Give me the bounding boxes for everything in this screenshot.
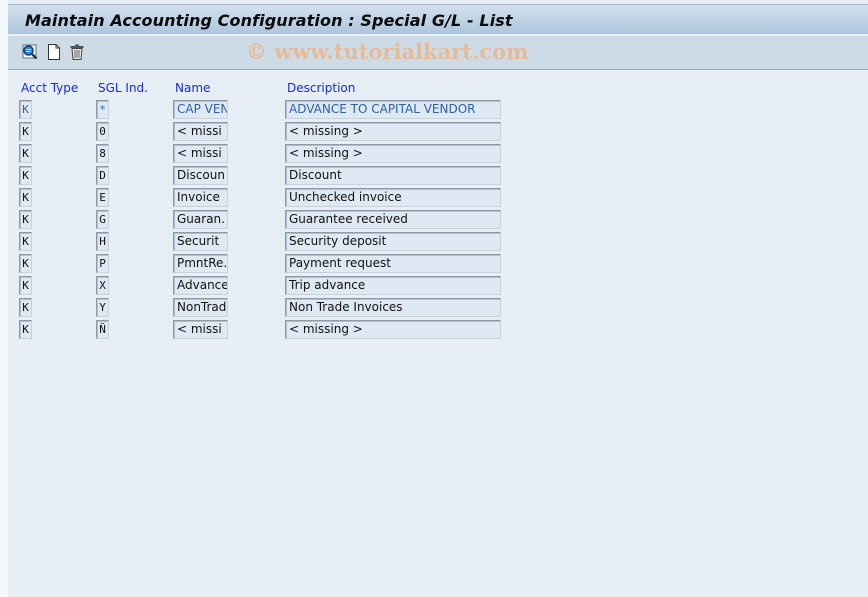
description-field[interactable]: Guarantee received xyxy=(285,210,501,229)
description-field[interactable]: < missing > xyxy=(285,122,501,141)
magnifier-details-icon xyxy=(21,43,39,61)
table-row[interactable]: K H Securit Security deposit xyxy=(8,232,608,252)
description-field[interactable]: Payment request xyxy=(285,254,501,273)
name-field[interactable]: NonTrad xyxy=(173,298,228,317)
title-bar: Maintain Accounting Configuration : Spec… xyxy=(8,4,868,35)
sgl-indicator-field[interactable]: D xyxy=(96,166,109,185)
name-field[interactable]: < missi xyxy=(173,144,228,163)
name-field[interactable]: Securit xyxy=(173,232,228,251)
description-field[interactable]: Unchecked invoice xyxy=(285,188,501,207)
table-row[interactable]: K X Advance Trip advance xyxy=(8,276,608,296)
description-field[interactable]: Discount xyxy=(285,166,501,185)
acct-type-field[interactable]: K xyxy=(19,122,32,141)
description-field[interactable]: < missing > xyxy=(285,320,501,339)
table-row[interactable]: K Y NonTrad Non Trade Invoices xyxy=(8,298,608,318)
name-field[interactable]: Advance xyxy=(173,276,228,295)
column-header-description: Description xyxy=(287,81,356,95)
name-field[interactable]: < missi xyxy=(173,122,228,141)
name-field[interactable]: Invoice xyxy=(173,188,228,207)
table-row[interactable]: K * CAP VEN ADVANCE TO CAPITAL VENDOR xyxy=(8,100,608,120)
table-row[interactable]: K Ñ < missi < missing > xyxy=(8,320,608,340)
page-title: Maintain Accounting Configuration : Spec… xyxy=(25,11,513,30)
name-field[interactable]: Guaran. xyxy=(173,210,228,229)
sgl-indicator-field[interactable]: 8 xyxy=(96,144,109,163)
acct-type-field[interactable]: K xyxy=(19,320,32,339)
description-field[interactable]: Trip advance xyxy=(285,276,501,295)
acct-type-field[interactable]: K xyxy=(19,188,32,207)
name-field[interactable]: CAP VEN xyxy=(173,100,228,119)
acct-type-field[interactable]: K xyxy=(19,254,32,273)
sgl-indicator-field[interactable]: Ñ xyxy=(96,320,109,339)
sgl-indicator-field[interactable]: H xyxy=(96,232,109,251)
name-field[interactable]: PmntRe… xyxy=(173,254,228,273)
new-document-icon xyxy=(45,43,63,61)
column-header-acct-type: Acct Type xyxy=(21,81,79,95)
description-field[interactable]: ADVANCE TO CAPITAL VENDOR xyxy=(285,100,501,119)
name-field[interactable]: Discoun xyxy=(173,166,228,185)
watermark-text: © www.tutorialkart.com xyxy=(246,39,529,64)
sgl-indicator-field[interactable]: X xyxy=(96,276,109,295)
table-row[interactable]: K G Guaran. Guarantee received xyxy=(8,210,608,230)
acct-type-field[interactable]: K xyxy=(19,232,32,251)
sgl-indicator-field[interactable]: G xyxy=(96,210,109,229)
application-toolbar: © www.tutorialkart.com xyxy=(8,36,868,70)
description-field[interactable]: Security deposit xyxy=(285,232,501,251)
acct-type-field[interactable]: K xyxy=(19,276,32,295)
trash-icon xyxy=(68,43,86,61)
acct-type-field[interactable]: K xyxy=(19,166,32,185)
table-row[interactable]: K P PmntRe… Payment request xyxy=(8,254,608,274)
list-area: Acct Type SGL Ind. Name Description K * CA… xyxy=(8,71,868,597)
acct-type-field[interactable]: K xyxy=(19,210,32,229)
table-row[interactable]: K D Discoun Discount xyxy=(8,166,608,186)
name-field[interactable]: < missi xyxy=(173,320,228,339)
description-field[interactable]: Non Trade Invoices xyxy=(285,298,501,317)
acct-type-field[interactable]: K xyxy=(19,298,32,317)
table-row[interactable]: K 8 < missi < missing > xyxy=(8,144,608,164)
sgl-indicator-field[interactable]: Y xyxy=(96,298,109,317)
column-header-sgl-ind: SGL Ind. xyxy=(98,81,148,95)
sgl-indicator-field[interactable]: P xyxy=(96,254,109,273)
delete-button[interactable] xyxy=(68,43,86,61)
description-field[interactable]: < missing > xyxy=(285,144,501,163)
column-header-name: Name xyxy=(175,81,211,95)
sgl-indicator-field[interactable]: E xyxy=(96,188,109,207)
acct-type-field[interactable]: K xyxy=(19,100,32,119)
details-button[interactable] xyxy=(21,43,39,61)
table-row[interactable]: K E Invoice Unchecked invoice xyxy=(8,188,608,208)
sgl-indicator-field[interactable]: * xyxy=(96,100,109,119)
table-row[interactable]: K 0 < missi < missing > xyxy=(8,122,608,142)
sgl-indicator-field[interactable]: 0 xyxy=(96,122,109,141)
create-button[interactable] xyxy=(45,43,63,61)
acct-type-field[interactable]: K xyxy=(19,144,32,163)
